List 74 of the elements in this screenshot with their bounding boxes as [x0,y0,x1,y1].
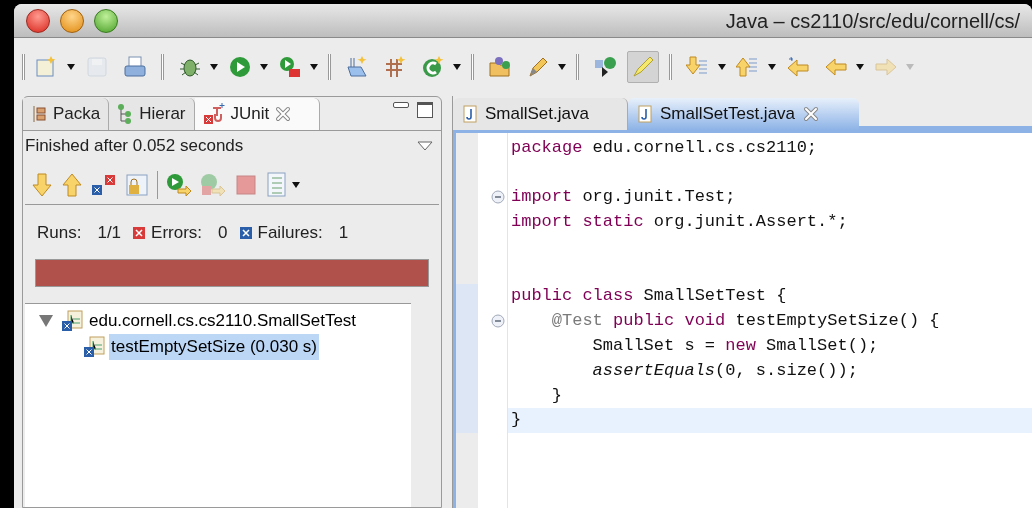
dropdown-caret-icon[interactable] [210,64,218,70]
printer-icon [123,55,147,79]
code-line: } [511,409,522,432]
new-package-icon [345,55,369,79]
counter-value: 1/1 [97,222,122,245]
hierarchy-icon [593,55,617,79]
close-window-icon[interactable] [26,8,50,33]
code-line: assertEquals(0, s.size()); [591,359,858,382]
left-arrow-icon [824,55,848,79]
counter-label: Failures: [257,222,323,245]
java-file-icon [463,105,477,123]
view-tab[interactable]: Hierar [109,98,195,130]
minimize-window-icon[interactable] [60,8,84,33]
up-arrow-list-icon [736,55,760,79]
code-line: public class SmallSetTest { [511,285,787,308]
expand-triangle-icon[interactable] [39,315,53,327]
error-icon [133,227,146,239]
code-line: @Test public void testEmptySetSize() { [550,310,940,333]
dropdown-caret-icon[interactable] [718,64,726,70]
code-line: package edu.cornell.cs.cs2110; [511,136,818,159]
play-icon [228,55,252,79]
dropdown-caret-icon[interactable] [67,64,75,70]
code-line: } [550,384,562,407]
maximize-view-icon[interactable] [417,102,433,118]
zoom-window-icon[interactable] [94,8,118,33]
dropdown-caret-icon[interactable] [558,64,566,70]
fold-icon[interactable] [491,190,505,204]
play-toolbox-icon [278,55,302,79]
counter-value: 1 [338,222,349,245]
junit-icon [202,102,225,126]
tree-item[interactable]: testEmptySetSize (0.030 s) [109,334,319,360]
down-arrow-icon[interactable] [31,172,53,197]
counter-label: Runs: [37,222,82,245]
failures-only-icon[interactable] [91,172,117,197]
pen-icon [526,55,550,79]
test-failure-icon [61,310,83,332]
package-tree-icon [31,105,47,123]
grid-icon [383,55,407,79]
save-icon [85,55,109,79]
test-failure-icon [83,336,105,358]
scroll-lock-icon[interactable] [125,172,149,197]
dropdown-caret-icon[interactable] [768,64,776,70]
code-line: import org.junit.Test; [511,186,736,209]
code-line: import static org.junit.Assert.*; [511,211,848,234]
rerun-icon[interactable] [166,172,192,197]
left-arrow-star-icon [786,55,810,79]
dropdown-caret-icon[interactable] [260,64,268,70]
view-tab[interactable]: Packa [23,98,110,130]
close-icon[interactable] [275,106,292,122]
status-text: Finished after 0.052 seconds [25,135,245,158]
new-file-icon [35,55,59,79]
dropdown-caret-icon[interactable] [856,64,864,70]
counter-label: Errors: [151,222,203,245]
fold-icon[interactable] [491,313,505,328]
counter-value: 0 [218,222,228,245]
dropdown-caret-icon[interactable] [310,64,318,70]
dropdown-caret-icon[interactable] [453,64,461,70]
editor-tab[interactable]: SmallSetTest.java [627,98,860,130]
view-tab[interactable]: JUnit [194,98,321,130]
hierarchy-tree-icon [117,104,134,124]
editor-tab[interactable]: SmallSet.java [453,98,628,130]
new-class-icon [421,55,445,79]
view-menu-icon[interactable] [417,141,433,151]
tree-item[interactable]: edu.cornell.cs.cs2110.SmallSetTest [87,308,359,334]
dropdown-caret-icon[interactable] [292,181,300,188]
minimize-view-icon[interactable] [393,102,409,108]
highlighter-icon [631,55,655,79]
window-title: Java – cs2110/src/edu/cornell/cs/ [725,8,1020,34]
up-arrow-icon[interactable] [61,172,83,197]
failure-icon [239,227,252,239]
close-icon[interactable] [803,106,820,122]
code-line: SmallSet s = new SmallSet(); [591,335,879,358]
open-folder-icon [488,55,512,79]
java-file-icon [637,105,652,123]
